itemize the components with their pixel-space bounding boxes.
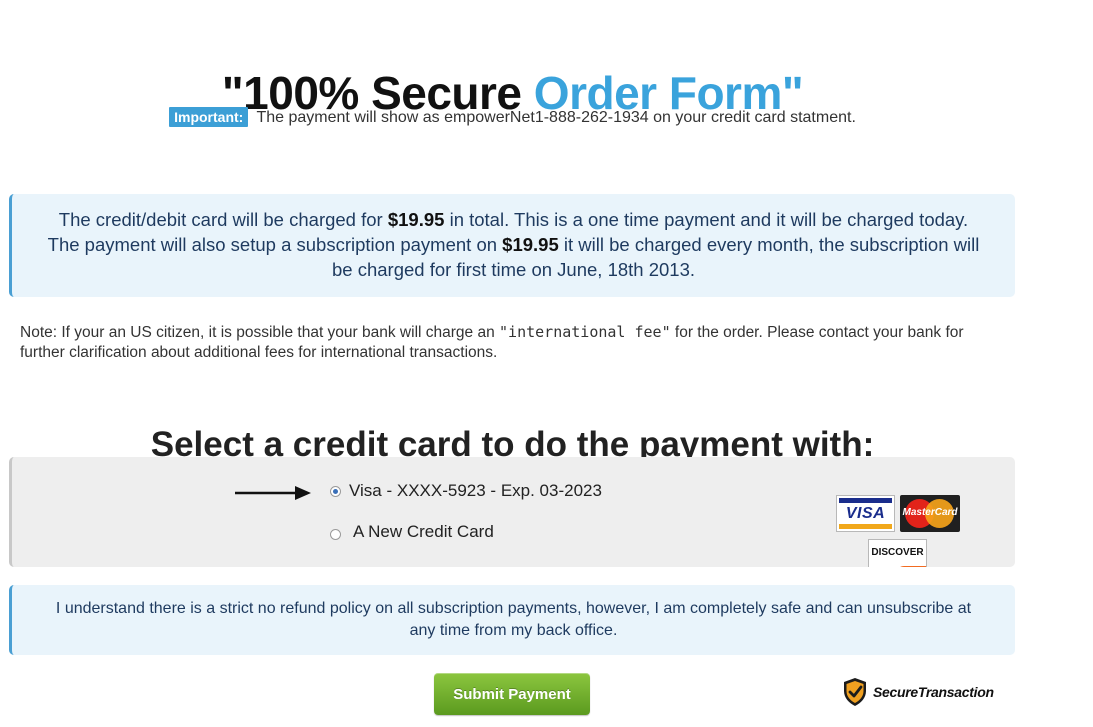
card-selection-panel: Visa - XXXX-5923 - Exp. 03-2023 A New Cr… [9,457,1015,567]
secure-transaction-text: SecureTransaction [873,684,994,700]
charge-notice-box: The credit/debit card will be charged fo… [9,194,1015,297]
charge-text-1: The credit/debit card will be charged fo… [58,209,388,230]
secure-transaction-badge: SecureTransaction [842,676,994,708]
refund-text: I understand there is a strict no refund… [55,600,972,639]
visa-logo: VISA [836,495,895,532]
important-badge: Important: [169,107,249,127]
discover-logo: DISCOVER [868,539,927,567]
shield-check-icon [844,678,866,706]
refund-policy-notice: I understand there is a strict no refund… [9,585,1015,655]
accepted-cards-logos: VISA MasterCard DISCOVER [834,493,964,567]
important-text: The payment will show as empowerNet1-888… [256,109,856,126]
card-option-new[interactable]: A New Credit Card [330,522,494,542]
radio-new-card[interactable] [330,528,341,540]
radio-visa[interactable] [330,485,341,497]
important-notice: Important: The payment will show as empo… [0,107,1025,128]
charge-amount-once: $19.95 [387,209,445,230]
arrow-right-icon [235,486,311,500]
international-fee-note: Note: If your an US citizen, it is possi… [20,322,1010,363]
charge-amount-subscription: $19.95 [502,234,559,255]
mastercard-logo: MasterCard [900,495,960,532]
submit-payment-button[interactable]: Submit Payment [434,673,590,715]
note-text-1: Note: If your an US citizen, it is possi… [20,324,500,341]
note-fee: "international fee" [499,323,671,341]
card-option-visa-label: Visa - XXXX-5923 - Exp. 03-2023 [349,481,602,500]
card-option-new-label: A New Credit Card [353,522,494,541]
card-option-visa[interactable]: Visa - XXXX-5923 - Exp. 03-2023 [330,481,602,501]
